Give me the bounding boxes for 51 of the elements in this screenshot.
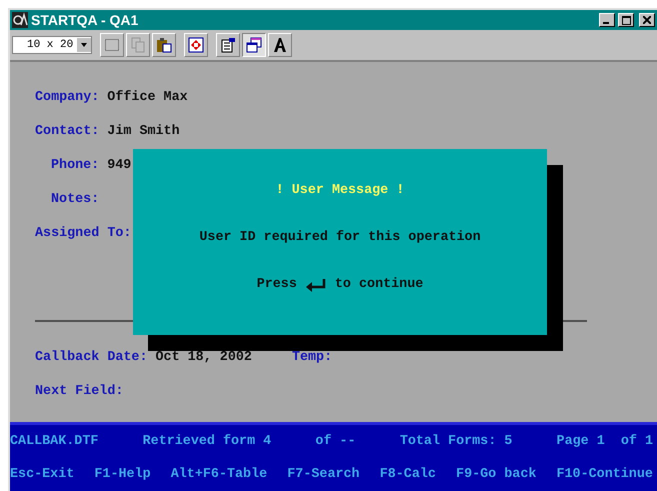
field-label: Contact:: [35, 124, 100, 138]
font-button[interactable]: [268, 33, 292, 57]
close-button[interactable]: [639, 13, 655, 27]
prompt-text: to continue: [334, 277, 424, 292]
window-title: STARTQA - QA1: [31, 12, 140, 28]
function-key-hint: F10-Continue: [556, 467, 653, 482]
field-label: Temp:: [292, 350, 332, 364]
status-text: of --: [315, 434, 356, 449]
status-text: Total Forms: 5: [400, 434, 512, 449]
paste-icon: [156, 37, 172, 53]
copy-button[interactable]: [126, 33, 150, 57]
dialog-title: ! User Message !: [276, 183, 404, 198]
properties-icon: [220, 37, 236, 53]
font-size-dropdown[interactable]: 10 x 20: [12, 36, 92, 54]
field-label: Company:: [35, 90, 100, 104]
prompt-text: Press: [256, 277, 297, 292]
field-label: Phone:: [51, 158, 100, 172]
field-value: Jim Smith: [107, 124, 180, 138]
field-label: Next Field:: [35, 384, 124, 398]
select-button[interactable]: [100, 33, 124, 57]
selection-icon: [104, 37, 120, 53]
function-key-hint: F7-Search: [287, 467, 360, 482]
function-key-hint: Esc-Exit: [10, 467, 74, 482]
status-text: Page 1 of 1: [556, 434, 653, 449]
function-key-hint: F1-Help: [94, 467, 151, 482]
app-logo-icon: [12, 12, 28, 28]
fullscreen-button[interactable]: [184, 33, 208, 57]
field-label: Assigned To:: [35, 226, 132, 240]
field-value: Oct 18, 2002: [156, 350, 252, 364]
minimize-button[interactable]: [599, 13, 615, 27]
background-button[interactable]: [242, 33, 266, 57]
enter-key-icon: [304, 278, 327, 292]
field-label: Notes:: [51, 192, 100, 206]
status-text: Retrieved form 4: [142, 434, 272, 449]
expand-arrows-icon: [188, 37, 204, 53]
field-value: 949: [107, 158, 132, 172]
function-key-hint: Alt+F6-Table: [170, 467, 268, 482]
function-key-hint: F9-Go back: [456, 467, 536, 482]
dialog-message: User ID required for this operation: [199, 230, 481, 245]
close-icon: [643, 16, 651, 24]
paste-button[interactable]: [152, 33, 176, 57]
function-key-hint: F8-Calc: [380, 467, 436, 482]
properties-button[interactable]: [216, 33, 240, 57]
copy-icon: [130, 37, 146, 53]
letter-font-icon: [272, 37, 288, 53]
field-label: Callback Date:: [35, 350, 148, 364]
maximize-button[interactable]: [618, 13, 634, 27]
windows-icon: [246, 37, 262, 53]
maximize-icon: [622, 16, 630, 24]
field-value: Office Max: [107, 90, 188, 104]
status-text: CALLBAK.DTF: [10, 434, 98, 449]
